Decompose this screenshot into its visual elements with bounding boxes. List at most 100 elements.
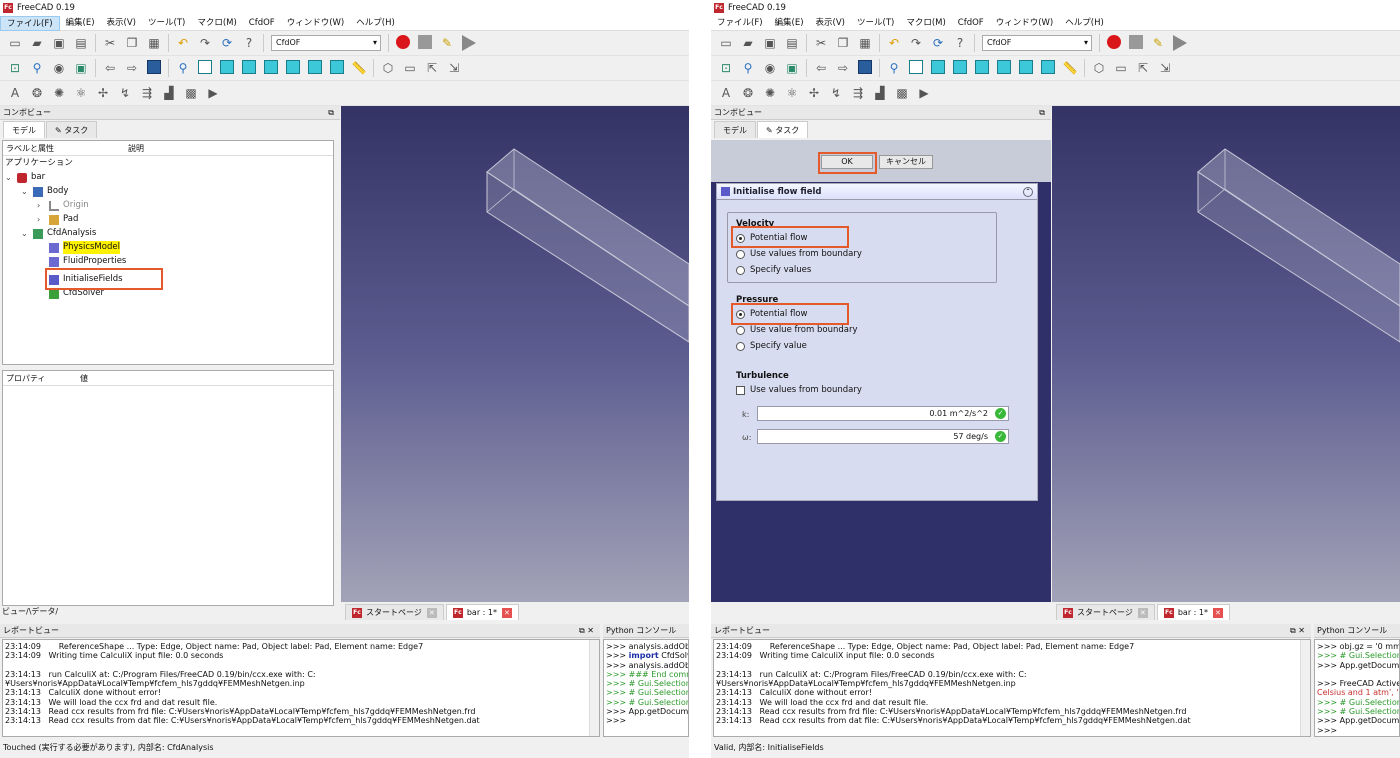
rear-view-icon[interactable]	[285, 60, 301, 76]
close-icon[interactable]: ✕	[501, 607, 512, 618]
tab-model[interactable]: モデル	[3, 121, 45, 138]
link-icon[interactable]: ⇱	[424, 60, 440, 76]
redo-icon[interactable]: ↷	[197, 35, 213, 51]
cancel-button[interactable]: キャンセル	[879, 155, 933, 169]
link-icon[interactable]: ⇱	[1135, 60, 1151, 76]
isometric-view-icon[interactable]	[197, 60, 213, 76]
save-as-icon[interactable]: ▤	[784, 35, 800, 51]
new-file-icon[interactable]: ▭	[7, 35, 23, 51]
cfd-atom-icon[interactable]: ⚛	[784, 85, 800, 101]
menu-tools[interactable]: ツール(T)	[142, 16, 191, 31]
cfd-fluid-icon[interactable]: ✺	[762, 85, 778, 101]
menu-edit[interactable]: 編集(E)	[60, 16, 101, 31]
whats-this-icon[interactable]: ?	[952, 35, 968, 51]
whats-this-icon[interactable]: ?	[241, 35, 257, 51]
link-actions-icon[interactable]: ⇲	[446, 60, 462, 76]
tree-item-pad[interactable]: › Pad	[37, 213, 78, 226]
cfd-atom-icon[interactable]: ⚛	[73, 85, 89, 101]
draw-style-icon[interactable]: ◉	[51, 60, 67, 76]
macro-edit-icon[interactable]: ✎	[439, 35, 455, 51]
macro-stop-icon[interactable]	[417, 35, 433, 51]
part-icon[interactable]: ⬡	[1091, 60, 1107, 76]
cfd-initial-icon[interactable]: ✢	[806, 85, 822, 101]
save-icon[interactable]: ▣	[51, 35, 67, 51]
collapse-icon[interactable]: ⌃	[1023, 187, 1033, 197]
tab-start-page[interactable]: Fc スタートページ ✕	[1056, 604, 1155, 620]
tab-bar-document[interactable]: Fc bar : 1* ✕	[1156, 604, 1230, 620]
menu-help[interactable]: ヘルプ(H)	[350, 16, 401, 31]
dock-float-icon[interactable]: ⧉	[1039, 106, 1045, 120]
part-icon[interactable]: ⬡	[380, 60, 396, 76]
collapse-arrow-icon[interactable]: ›	[37, 199, 47, 212]
cut-icon[interactable]: ✂	[102, 35, 118, 51]
collapse-arrow-icon[interactable]: ›	[37, 213, 47, 226]
menu-tools[interactable]: ツール(T)	[851, 16, 900, 31]
view-data-tabs[interactable]: ビュー/\データ/	[2, 606, 58, 618]
cfd-boundary-icon[interactable]: ↯	[828, 85, 844, 101]
cfd-physics-icon[interactable]: ❂	[29, 85, 45, 101]
refresh-icon[interactable]: ⟳	[930, 35, 946, 51]
undo-icon[interactable]: ↶	[175, 35, 191, 51]
top-view-icon[interactable]	[952, 60, 968, 76]
save-as-icon[interactable]: ▤	[73, 35, 89, 51]
back-arrow-icon[interactable]: ⇦	[102, 60, 118, 76]
pressure-from-boundary-radio[interactable]: Use value from boundary	[736, 324, 857, 336]
velocity-from-boundary-radio[interactable]: Use values from boundary	[736, 248, 862, 260]
copy-icon[interactable]: ❐	[835, 35, 851, 51]
menu-cfdof[interactable]: CfdOF	[243, 16, 281, 31]
cfd-mesh-icon[interactable]: ▟	[161, 85, 177, 101]
bottom-view-icon[interactable]	[1018, 60, 1034, 76]
tab-model[interactable]: モデル	[714, 121, 756, 138]
dock-float-icon[interactable]: ⧉	[328, 106, 334, 120]
link-actions-icon[interactable]: ⇲	[1157, 60, 1173, 76]
copy-icon[interactable]: ❐	[124, 35, 140, 51]
cut-icon[interactable]: ✂	[813, 35, 829, 51]
paste-icon[interactable]: ▦	[146, 35, 162, 51]
tree-item-cfd-analysis[interactable]: ⌄ CfdAnalysis	[21, 227, 96, 240]
fit-all-icon[interactable]: ⊡	[718, 60, 734, 76]
fit-selection-icon[interactable]: ⚲	[740, 60, 756, 76]
expand-arrow-icon[interactable]: ⌄	[5, 171, 15, 184]
menu-edit[interactable]: 編集(E)	[769, 16, 810, 31]
3d-viewport[interactable]	[1052, 106, 1400, 602]
macro-edit-icon[interactable]: ✎	[1150, 35, 1166, 51]
cfd-refine-icon[interactable]: ▩	[894, 85, 910, 101]
close-icon[interactable]: ✕	[426, 607, 437, 618]
cfd-analysis-icon[interactable]: A	[7, 85, 23, 101]
draw-style-icon[interactable]: ◉	[762, 60, 778, 76]
tree-item-origin[interactable]: › Origin	[37, 199, 89, 212]
sync-view-icon[interactable]	[146, 60, 162, 76]
right-view-icon[interactable]	[263, 60, 279, 76]
menu-macro[interactable]: マクロ(M)	[900, 16, 951, 31]
left-view-icon[interactable]	[329, 60, 345, 76]
zoom-icon[interactable]: ⚲	[175, 60, 191, 76]
group-folder-icon[interactable]: ▭	[1113, 60, 1129, 76]
menu-macro[interactable]: マクロ(M)	[191, 16, 242, 31]
close-icon[interactable]: ✕	[1212, 607, 1223, 618]
cfd-analysis-icon[interactable]: A	[718, 85, 734, 101]
fit-selection-icon[interactable]: ⚲	[29, 60, 45, 76]
python-console[interactable]: >>> obj.gz = '0 mm/s'>>> # Gui.Selection…	[1314, 639, 1400, 737]
tab-bar-document[interactable]: Fc bar : 1* ✕	[445, 604, 519, 620]
tab-task[interactable]: ✎ タスク	[757, 121, 809, 138]
cfd-mesh-icon[interactable]: ▟	[872, 85, 888, 101]
open-folder-icon[interactable]: ▰	[740, 35, 756, 51]
menu-window[interactable]: ウィンドウ(W)	[281, 16, 351, 31]
pressure-specify-radio[interactable]: Specify value	[736, 340, 807, 352]
cfd-boundary-icon[interactable]: ↯	[117, 85, 133, 101]
bounding-box-icon[interactable]: ▣	[784, 60, 800, 76]
workbench-selector[interactable]: CfdOF	[982, 35, 1092, 51]
dock-controls-icon[interactable]: ⧉ ✕	[579, 624, 594, 638]
tree-item-physics-model[interactable]: PhysicsModel	[49, 241, 120, 254]
tab-start-page[interactable]: Fc スタートページ ✕	[345, 604, 444, 620]
k-input[interactable]: 0.01 m^2/s^2 ✓	[757, 406, 1009, 421]
cfd-refine-icon[interactable]: ▩	[183, 85, 199, 101]
rear-view-icon[interactable]	[996, 60, 1012, 76]
workbench-selector[interactable]: CfdOF	[271, 35, 381, 51]
zoom-icon[interactable]: ⚲	[886, 60, 902, 76]
left-view-icon[interactable]	[1040, 60, 1056, 76]
cfd-run-icon[interactable]: ▶	[205, 85, 221, 101]
bounding-box-icon[interactable]: ▣	[73, 60, 89, 76]
measure-icon[interactable]: 📏	[1062, 60, 1078, 76]
top-view-icon[interactable]	[241, 60, 257, 76]
